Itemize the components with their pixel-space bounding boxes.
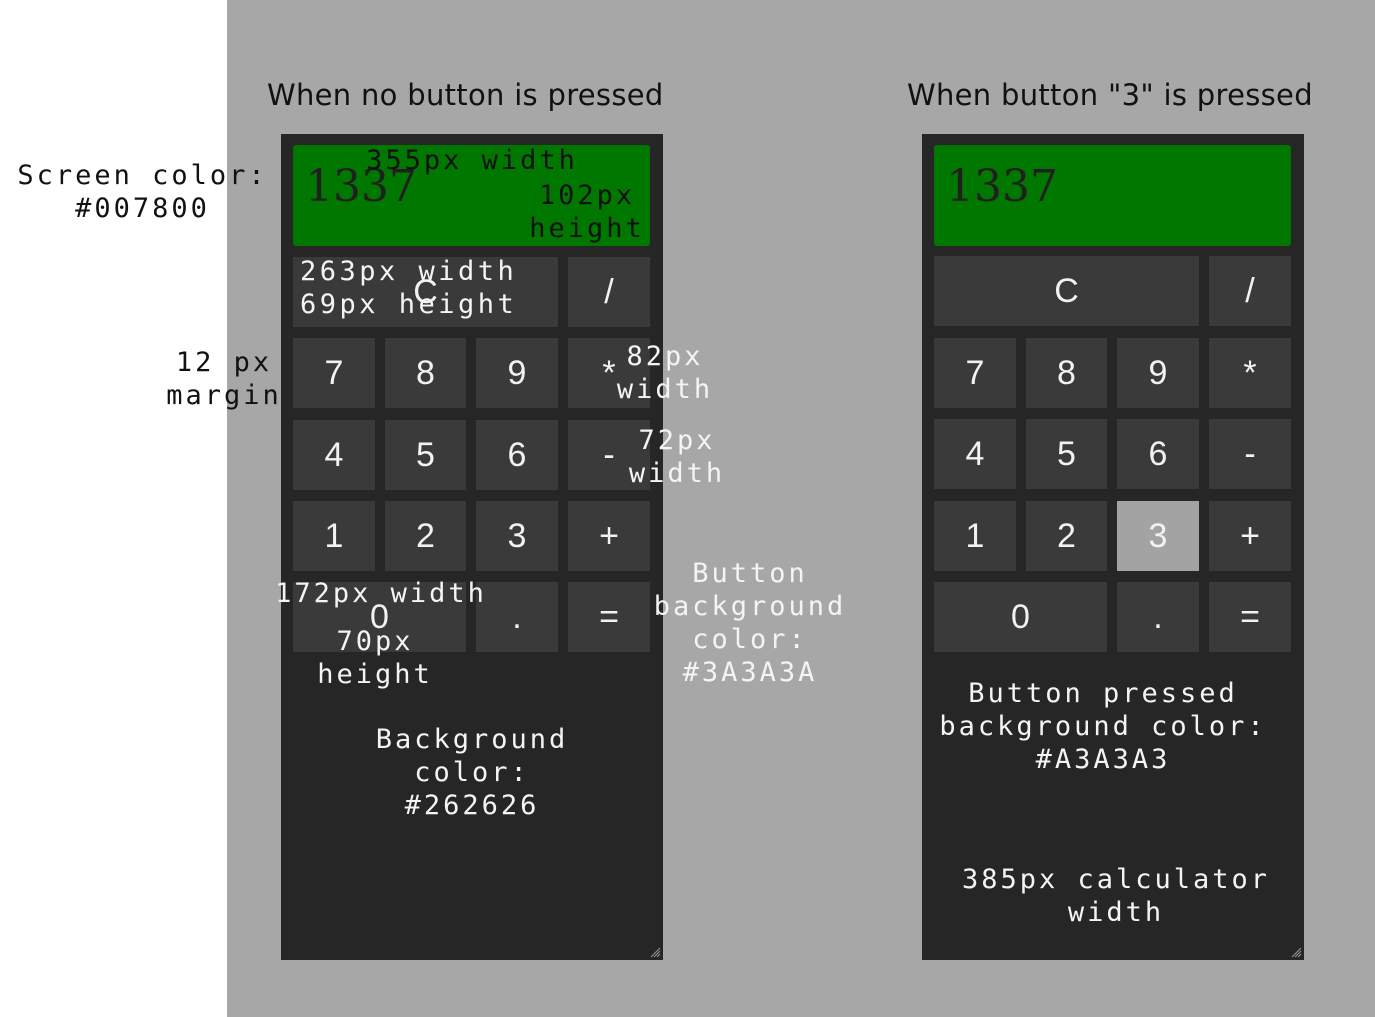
equals-button[interactable]: =	[568, 582, 650, 652]
calculator-pressed: 1337 C / 7 8 9 * 4 5 6 - 1 2 3 + 0 . =	[922, 134, 1304, 960]
annotation-screen-width: 355px width	[366, 145, 578, 176]
equals-button[interactable]: =	[1209, 582, 1291, 652]
nine-button[interactable]: 9	[1117, 338, 1199, 408]
nine-button[interactable]: 9	[476, 338, 558, 408]
calculator-screen: 1337	[934, 145, 1291, 246]
six-button[interactable]: 6	[476, 420, 558, 490]
multiply-button[interactable]: *	[1209, 338, 1291, 408]
two-button[interactable]: 2	[1026, 501, 1107, 571]
plus-button[interactable]: +	[1209, 501, 1291, 571]
clear-button[interactable]: C	[934, 256, 1199, 326]
dot-button[interactable]: .	[1117, 582, 1199, 652]
heading-no-press: When no button is pressed	[267, 78, 664, 112]
seven-button[interactable]: 7	[293, 338, 375, 408]
five-button[interactable]: 5	[1026, 419, 1107, 489]
minus-button[interactable]: -	[1209, 419, 1291, 489]
annotation-screen-height: 102px height	[529, 180, 645, 244]
annotation-margin: 12 px margin	[166, 347, 282, 411]
annotation-operator-width: 82px width	[616, 341, 714, 405]
divide-button[interactable]: /	[1209, 256, 1291, 326]
seven-button[interactable]: 7	[934, 338, 1016, 408]
one-button[interactable]: 1	[934, 501, 1016, 571]
annotation-button-bg: Button background color: #3A3A3A	[653, 558, 847, 688]
eight-button[interactable]: 8	[1026, 338, 1107, 408]
six-button[interactable]: 6	[1117, 419, 1199, 489]
plus-button[interactable]: +	[568, 501, 650, 571]
heading-pressed: When button "3" is pressed	[907, 78, 1313, 112]
three-button-pressed[interactable]: 3	[1117, 501, 1199, 571]
annotation-pressed-bg: Button pressed background color: #A3A3A3	[939, 678, 1267, 775]
annotation-zero-width: 172px width	[275, 578, 487, 609]
resize-grip-icon[interactable]	[649, 946, 661, 958]
annotation-bg-color: Background color: #262626	[375, 724, 569, 821]
five-button[interactable]: 5	[385, 420, 466, 490]
resize-grip-icon[interactable]	[1290, 946, 1302, 958]
annotation-clear-size: 263px width 69px height	[300, 256, 518, 320]
four-button[interactable]: 4	[293, 420, 375, 490]
zero-button[interactable]: 0	[934, 582, 1107, 652]
divide-button[interactable]: /	[568, 257, 650, 327]
one-button[interactable]: 1	[293, 501, 375, 571]
screen-value: 1337	[946, 161, 1058, 212]
four-button[interactable]: 4	[934, 419, 1016, 489]
two-button[interactable]: 2	[385, 501, 466, 571]
annotation-zero-height: 70px height	[317, 626, 433, 690]
annotation-button-width: 72px width	[628, 425, 726, 489]
annotation-screen-color: Screen color: #007800	[17, 160, 268, 224]
annotation-calc-width: 385px calculator width	[961, 864, 1271, 928]
three-button[interactable]: 3	[476, 501, 558, 571]
eight-button[interactable]: 8	[385, 338, 466, 408]
